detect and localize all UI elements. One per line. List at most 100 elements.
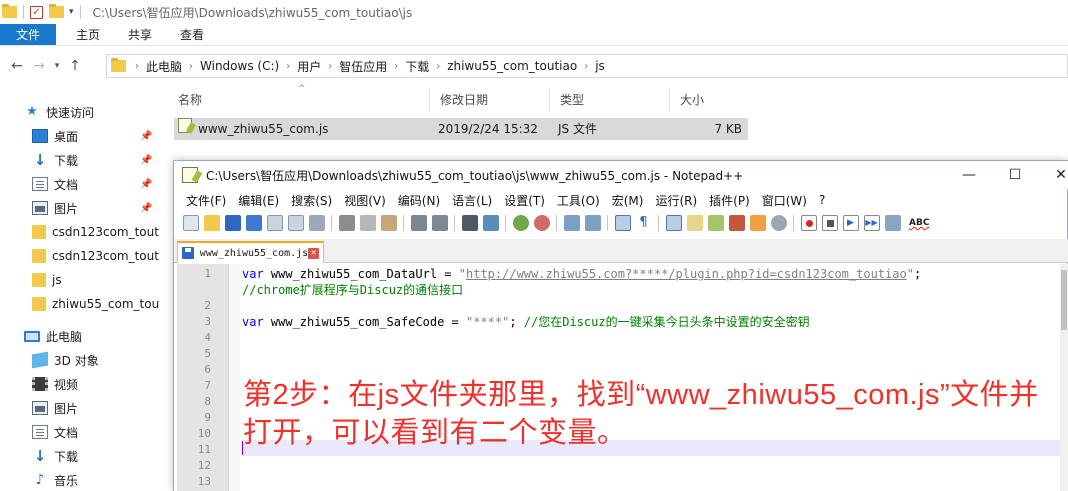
- close-file-icon[interactable]: [266, 215, 283, 231]
- nav-item-music[interactable]: ♪ 音乐: [32, 468, 160, 491]
- undo-icon[interactable]: [410, 215, 427, 231]
- open-file-icon[interactable]: [203, 215, 220, 231]
- minimize-icon[interactable]: —: [946, 161, 992, 189]
- column-header-size[interactable]: 大小: [670, 88, 750, 112]
- breadcrumb-user-folder[interactable]: 智伍应用: [335, 58, 391, 75]
- cut-icon[interactable]: [338, 215, 355, 231]
- menu-plugins[interactable]: 插件(P): [703, 192, 756, 209]
- nav-item-documents[interactable]: 文档 📌: [32, 172, 160, 196]
- breadcrumb-this-pc[interactable]: 此电脑: [142, 58, 186, 75]
- breadcrumb-project-folder[interactable]: zhiwu55_com_toutiao: [443, 59, 581, 73]
- forward-arrow-icon[interactable]: →: [28, 58, 50, 74]
- document-map-icon[interactable]: [707, 215, 724, 231]
- play-macro-icon[interactable]: ▶: [842, 215, 859, 231]
- menu-help[interactable]: ?: [813, 193, 831, 207]
- nav-item-this-pc[interactable]: 此电脑: [24, 324, 160, 348]
- breadcrumb-chevron-icon[interactable]: ›: [132, 61, 142, 72]
- tab-document[interactable]: www_zhiwu55_com.js ✕: [177, 241, 324, 263]
- indent-guide-icon[interactable]: [665, 215, 682, 231]
- redo-icon[interactable]: [431, 215, 448, 231]
- breadcrumb-chevron-icon[interactable]: ›: [283, 61, 293, 72]
- find-icon[interactable]: [461, 215, 478, 231]
- new-folder-icon[interactable]: [49, 4, 64, 18]
- column-header-type[interactable]: 类型: [550, 88, 670, 112]
- stop-macro-icon[interactable]: [821, 215, 838, 231]
- scrollbar-thumb[interactable]: [1061, 270, 1067, 330]
- ribbon-tab-home[interactable]: 主页: [62, 24, 114, 45]
- nav-item-3d-objects[interactable]: 3D 对象: [32, 348, 160, 372]
- menu-window[interactable]: 窗口(W): [756, 192, 813, 209]
- back-arrow-icon[interactable]: ←: [6, 58, 28, 74]
- folder-as-workspace-icon[interactable]: [749, 215, 766, 231]
- nav-item-folder[interactable]: csdn123com_toutiao: [32, 220, 160, 244]
- maximize-icon[interactable]: ☐: [992, 161, 1038, 189]
- nav-item-downloads[interactable]: ↓ 下载: [32, 444, 160, 468]
- fold-margin[interactable]: [230, 264, 240, 491]
- replace-icon[interactable]: [482, 215, 499, 231]
- recent-locations-chevron-icon[interactable]: ▾: [50, 61, 64, 71]
- nav-item-videos[interactable]: 视频: [32, 372, 160, 396]
- menu-encoding[interactable]: 编码(N): [392, 192, 446, 209]
- breadcrumb-chevron-icon[interactable]: ›: [581, 61, 591, 72]
- breadcrumb-chevron-icon[interactable]: ›: [391, 61, 401, 72]
- customize-quick-access-icon[interactable]: ▾: [69, 7, 74, 17]
- nav-item-folder[interactable]: zhiwu55_com_toutiao: [32, 292, 160, 316]
- nav-item-documents[interactable]: 文档: [32, 420, 160, 444]
- menu-view[interactable]: 视图(V): [338, 192, 392, 209]
- zoom-out-icon[interactable]: [533, 215, 550, 231]
- breadcrumb-downloads[interactable]: 下载: [401, 58, 433, 75]
- monitoring-icon[interactable]: [770, 215, 787, 231]
- save-macro-icon[interactable]: [884, 215, 901, 231]
- nav-item-quick-access[interactable]: ★ 快速访问: [24, 100, 160, 124]
- ribbon-tab-view[interactable]: 查看: [166, 24, 218, 45]
- nav-item-folder-js[interactable]: js: [32, 268, 160, 292]
- address-bar[interactable]: › 此电脑 › Windows (C:) › 用户 › 智伍应用 › 下载 › …: [106, 54, 1068, 78]
- spell-check-icon[interactable]: ABC: [909, 218, 929, 228]
- breadcrumb-chevron-icon[interactable]: ›: [433, 61, 443, 72]
- save-icon[interactable]: [224, 215, 241, 231]
- nav-item-pictures[interactable]: 图片 📌: [32, 196, 160, 220]
- breadcrumb-c-drive[interactable]: Windows (C:): [196, 59, 283, 73]
- new-file-icon[interactable]: [182, 215, 199, 231]
- print-icon[interactable]: [308, 215, 325, 231]
- code-url[interactable]: http://www.zhiwu55.com?*****/plugin.php?…: [466, 267, 907, 281]
- menu-macro[interactable]: 宏(M): [606, 192, 650, 209]
- up-arrow-icon[interactable]: ↑: [64, 58, 86, 74]
- tab-close-icon[interactable]: ✕: [308, 247, 319, 259]
- copy-icon[interactable]: [359, 215, 376, 231]
- properties-icon[interactable]: ✓: [30, 5, 43, 19]
- nav-item-pictures[interactable]: 图片: [32, 396, 160, 420]
- column-header-name[interactable]: 名称: [168, 88, 430, 112]
- notepad-app-icon[interactable]: [182, 167, 198, 183]
- ribbon-tab-file[interactable]: 文件: [0, 24, 57, 45]
- vertical-scrollbar[interactable]: [1060, 264, 1068, 491]
- close-icon[interactable]: ✕: [1038, 161, 1068, 189]
- sync-horizontal-icon[interactable]: [584, 215, 601, 231]
- menu-tools[interactable]: 工具(O): [551, 192, 606, 209]
- file-row[interactable]: www_zhiwu55_com.js 2019/2/24 15:32 JS 文件…: [174, 118, 748, 140]
- menu-search[interactable]: 搜索(S): [285, 192, 338, 209]
- menu-edit[interactable]: 编辑(E): [232, 192, 285, 209]
- column-header-modified[interactable]: 修改日期: [430, 88, 550, 112]
- ribbon-tab-share[interactable]: 共享: [114, 24, 166, 45]
- menu-file[interactable]: 文件(F): [180, 192, 232, 209]
- menu-language[interactable]: 语言(L): [446, 192, 498, 209]
- breadcrumb-js[interactable]: js: [591, 59, 609, 73]
- nav-item-downloads[interactable]: ↓ 下载 📌: [32, 148, 160, 172]
- zoom-in-icon[interactable]: [512, 215, 529, 231]
- function-list-icon[interactable]: [728, 215, 745, 231]
- breadcrumb-chevron-icon[interactable]: ›: [186, 61, 196, 72]
- sync-vertical-icon[interactable]: [563, 215, 580, 231]
- breadcrumb-users[interactable]: 用户: [293, 58, 325, 75]
- nav-item-desktop[interactable]: 桌面 📌: [32, 124, 160, 148]
- language-icon[interactable]: [686, 215, 703, 231]
- run-macro-multiple-icon[interactable]: ▶▶: [863, 215, 880, 231]
- word-wrap-icon[interactable]: [614, 215, 631, 231]
- save-all-icon[interactable]: [245, 215, 262, 231]
- breadcrumb-chevron-icon[interactable]: ›: [325, 61, 335, 72]
- record-macro-icon[interactable]: [800, 215, 817, 231]
- paste-icon[interactable]: [380, 215, 397, 231]
- menu-run[interactable]: 运行(R): [649, 192, 703, 209]
- show-all-characters-icon[interactable]: ¶: [635, 215, 652, 231]
- nav-item-folder[interactable]: csdn123com_toutiao: [32, 244, 160, 268]
